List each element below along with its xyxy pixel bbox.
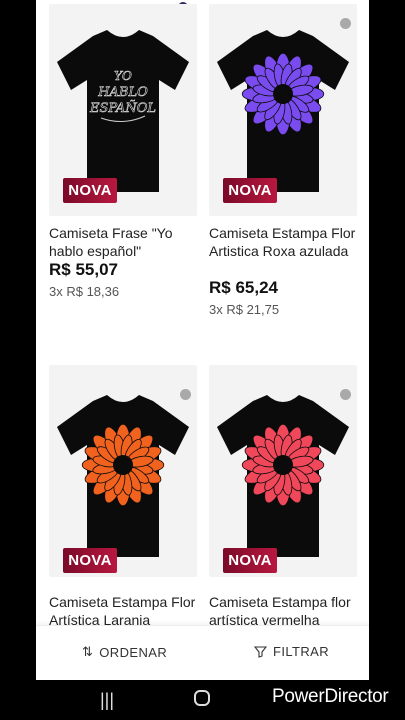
product-title[interactable]: Camiseta Estampa Flor Artística Laranja: [49, 593, 199, 629]
new-badge: NOVA: [223, 548, 277, 573]
tshirt-image: [57, 395, 189, 557]
new-badge: NOVA: [223, 178, 277, 203]
product-price: R$ 65,24: [209, 278, 278, 297]
new-badge: NOVA: [63, 178, 117, 203]
sort-arrows-icon: ⇅: [82, 644, 94, 659]
filter-funnel-icon: [254, 646, 267, 658]
product-title[interactable]: Camiseta Frase "Yo hablo español": [49, 224, 199, 260]
tshirt-image: [217, 395, 349, 557]
product-installments: 3x R$ 21,75: [209, 302, 280, 317]
product-image[interactable]: NOVA: [209, 4, 357, 216]
watermark: PowerDirector: [272, 686, 389, 707]
recent-apps-icon[interactable]: |||: [100, 690, 114, 711]
flower-print: [81, 423, 165, 507]
product-title[interactable]: Camiseta Estampa flor artística vermelha: [209, 593, 359, 629]
tshirt-image: [217, 30, 349, 192]
product-image[interactable]: NOVA: [209, 365, 357, 577]
filter-label: FILTRAR: [273, 644, 330, 659]
product-installments: 3x R$ 18,36: [49, 284, 120, 299]
filter-button[interactable]: FILTRAR: [254, 644, 329, 659]
sort-filter-bar: ⇅ ORDENAR FILTRAR: [36, 625, 369, 680]
svg-text:ESPAÑOL: ESPAÑOL: [89, 100, 156, 116]
flower-print: [241, 52, 325, 136]
product-title[interactable]: Camiseta Estampa Flor Artistica Roxa azu…: [209, 224, 359, 260]
tshirt-image: YO HABLO ESPAÑOL: [57, 30, 189, 192]
new-badge: NOVA: [63, 548, 117, 573]
svg-text:YO: YO: [114, 69, 132, 83]
product-price: R$ 55,07: [49, 260, 118, 279]
svg-text:HABLO: HABLO: [97, 85, 148, 100]
sort-button[interactable]: ⇅ ORDENAR: [82, 644, 167, 660]
home-icon[interactable]: [193, 689, 211, 712]
flower-print: [241, 423, 325, 507]
product-image[interactable]: NOVA: [49, 365, 197, 577]
sort-label: ORDENAR: [99, 644, 168, 660]
product-image[interactable]: YO HABLO ESPAÑOL NOVA: [49, 4, 197, 216]
product-list-screen: YO HABLO ESPAÑOL NOVA Camiseta Frase "Yo…: [36, 0, 369, 680]
